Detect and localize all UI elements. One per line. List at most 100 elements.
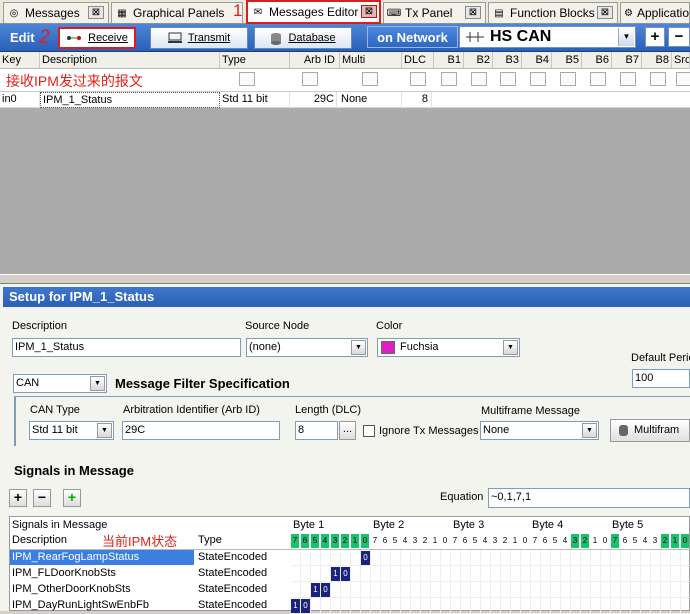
filter-icon[interactable] [239,72,255,86]
bit-grid-cell [631,566,641,582]
col-b4[interactable]: B4 [522,52,552,69]
bit-cell: 3 [571,534,579,548]
col-b1[interactable]: B1 [434,52,464,69]
signal-name[interactable]: IPM_RearFogLampStatus [12,550,139,566]
add-child-signal-button[interactable]: + [63,489,81,507]
col-dlc[interactable]: DLC [402,52,434,69]
bit-grid-cell [311,550,321,566]
equation-field[interactable]: ~0,1,7,1 [488,488,690,508]
col-b8[interactable]: B8 [642,52,672,69]
bit-grid-cell [531,582,541,598]
bit-grid-cell [671,566,681,582]
bit-grid-cell [401,566,411,582]
bit-cell: 3 [492,536,498,545]
bit-grid-cell [351,566,361,582]
network-select[interactable]: HS CAN ▼ [459,26,636,48]
multiframe-select[interactable]: None ▼ [480,421,599,440]
transmit-button[interactable]: Transmit [150,27,248,49]
tab-messages-editor[interactable]: ✉ Messages Editor ⊠ [246,0,381,24]
col-b5[interactable]: B5 [552,52,582,69]
filter-icon[interactable] [362,72,378,86]
bit-cell: 5 [632,536,638,545]
filter-icon[interactable] [650,72,666,86]
byte-3-label: Byte 3 [453,519,485,531]
filter-icon[interactable] [620,72,636,86]
col-key[interactable]: Key [0,52,40,69]
section-divider [14,396,16,446]
database-button[interactable]: Database [254,27,352,49]
tab-tx-panel[interactable]: ⌨ Tx Panel ⊠ [383,2,486,23]
tab-application[interactable]: ⚙ Applicatio [620,2,690,23]
col-b2[interactable]: B2 [464,52,493,69]
filter-icon[interactable] [441,72,457,86]
col-description[interactable]: Description [40,52,220,69]
remove-network-button[interactable]: − [668,27,690,47]
col-b7[interactable]: B7 [612,52,642,69]
protocol-select[interactable]: CAN ▼ [13,374,107,393]
col-src[interactable]: Src [672,52,690,69]
can-type-select[interactable]: Std 11 bit ▼ [29,421,114,440]
filter-icon[interactable] [471,72,487,86]
table-row[interactable]: in0 IPM_1_Status Std 11 bit 29C None 8 [0,92,690,108]
signal-name[interactable]: IPM_OtherDoorKnobSts [12,582,131,598]
bit-grid-cell [571,598,581,614]
filter-icon[interactable] [676,72,690,86]
bit-cell: 7 [532,536,538,545]
multiframe-button[interactable]: Multifram [610,419,690,442]
ignore-tx-label: Ignore Tx Messages [379,425,479,437]
description-field[interactable]: IPM_1_Status [12,338,241,357]
source-node-select[interactable]: (none) ▼ [246,338,368,357]
add-signal-button[interactable]: + [9,489,27,507]
signal-name[interactable]: IPM_DayRunLightSwEnbFb [12,598,149,614]
bit-cell: 3 [331,534,339,548]
bit-grid-cell [301,566,311,582]
bit-grid-cell [471,598,481,614]
row-description[interactable]: IPM_1_Status [40,92,220,108]
filter-icon[interactable] [500,72,516,86]
col-type[interactable]: Type [220,52,290,69]
col-b6[interactable]: B6 [582,52,612,69]
tab-messages[interactable]: ◎ Messages ⊠ [3,2,109,23]
bit-cell: 5 [311,534,319,548]
bit-cell: 6 [301,534,309,548]
filter-icon[interactable] [530,72,546,86]
bit-cell: 5 [552,536,558,545]
close-icon[interactable]: ⊠ [361,5,377,18]
bit-cell: 7 [291,534,299,548]
signal-bit: 0 [361,551,370,565]
filter-icon[interactable] [560,72,576,86]
tab-graphical-panels[interactable]: ▦ Graphical Panels [111,2,243,23]
receive-button[interactable]: Receive [58,27,136,49]
bit-grid-cell [661,582,671,598]
tab-function-blocks[interactable]: ▤ Function Blocks ⊠ [488,2,618,23]
bit-grid-cell [361,598,371,614]
add-network-button[interactable]: + [645,27,665,47]
arb-id-field[interactable]: 29C [122,421,280,440]
filter-icon[interactable] [410,72,426,86]
ignore-tx-checkbox[interactable] [363,425,375,437]
close-icon[interactable]: ⊠ [465,6,481,19]
tab-strip: ◎ Messages ⊠ ▦ Graphical Panels ✉ Messages … [0,0,690,24]
close-icon[interactable]: ⊠ [88,6,104,19]
length-browse-button[interactable]: ... [339,421,356,440]
arb-id-label: Arbitration Identifier (Arb ID) [123,404,260,416]
filter-spec-heading: Message Filter Specification [115,376,290,391]
bit-grid-cell [461,550,471,566]
filter-icon[interactable] [590,72,606,86]
bit-grid-cell [291,566,301,582]
bit-grid-cell [571,566,581,582]
signal-name[interactable]: IPM_FLDoorKnobSts [12,566,116,582]
setup-title: Setup for IPM_1_Status [3,287,690,307]
bit-cell: 1 [351,534,359,548]
col-arb-id[interactable]: Arb ID [290,52,340,69]
bit-cell: 5 [472,536,478,545]
col-multi[interactable]: Multi [340,52,402,69]
filter-icon[interactable] [302,72,318,86]
splitter[interactable] [0,274,690,284]
length-field[interactable]: 8 [295,421,338,440]
color-select[interactable]: Fuchsia ▼ [377,338,520,357]
remove-signal-button[interactable]: − [33,489,51,507]
close-icon[interactable]: ⊠ [597,6,613,19]
col-b3[interactable]: B3 [493,52,522,69]
default-period-field[interactable]: 100 [632,369,690,388]
